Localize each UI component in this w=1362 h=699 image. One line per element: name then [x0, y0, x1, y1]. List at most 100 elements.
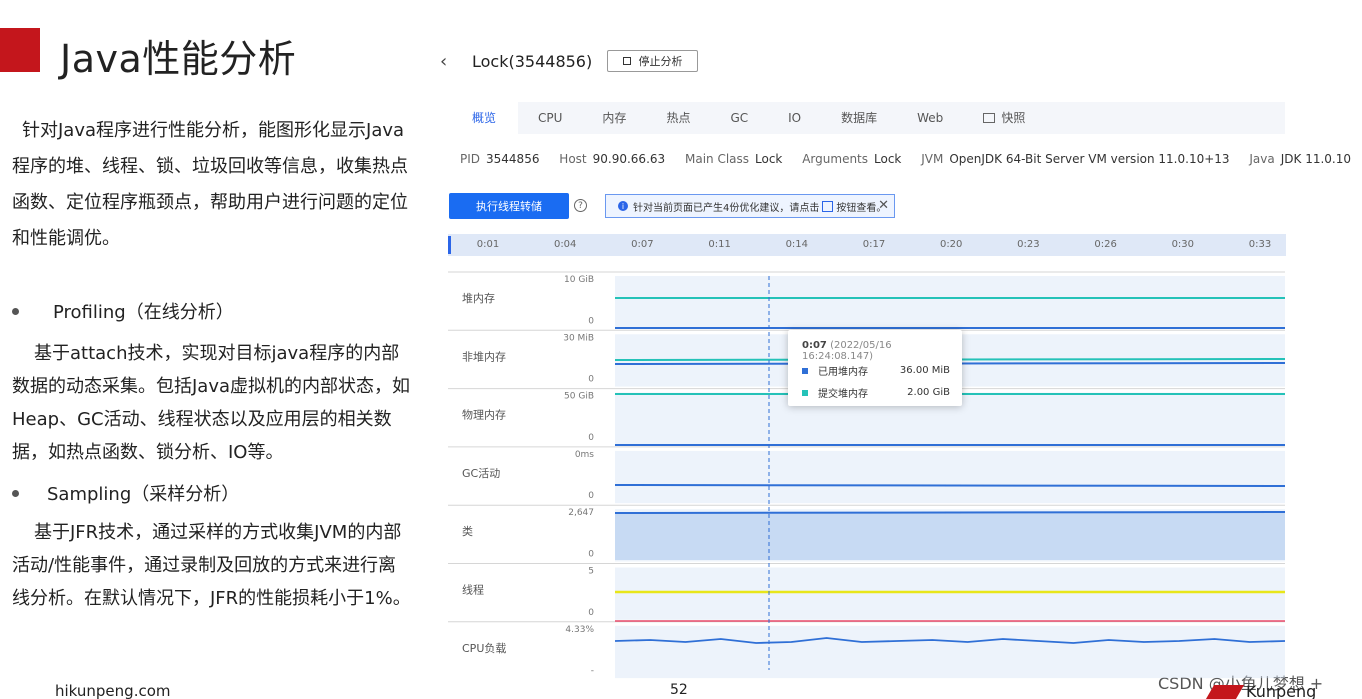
- page-number: 52: [670, 682, 688, 698]
- panel-ymin-label: 0: [588, 316, 594, 326]
- timeline-tick-label: 0:26: [1094, 239, 1117, 250]
- timeline-tick-label: 0:30: [1171, 239, 1195, 250]
- tooltip-swatch-teal: [802, 389, 808, 396]
- classes-area: [615, 512, 1285, 560]
- info-icon: i: [618, 201, 628, 211]
- kunpeng-logo-mark: [1205, 685, 1245, 699]
- tooltip-value-used-heap: 36.00 MiB: [899, 365, 950, 376]
- timeline-tick-label: 0:23: [1017, 239, 1040, 250]
- profiler-panel: ‹ Lock(3544856) 停止分析 概览 CPU 内存 热点 GC IO …: [440, 40, 1351, 680]
- suggestion-button-icon: [822, 200, 834, 212]
- notice-text-before: 针对当前页面已产生4份优化建议，请点击: [633, 202, 820, 214]
- panel-ymax-label: 2,647: [568, 508, 594, 518]
- panel-label: 线程: [462, 583, 484, 597]
- bullet-sampling-label: Sampling（采样分析）: [47, 484, 240, 505]
- process-title: Lock(3544856): [472, 51, 593, 71]
- stop-analysis-label: 停止分析: [638, 55, 683, 68]
- timeline-tick-label: 0:20: [939, 239, 963, 250]
- process-info-row: PID 3544856 Host 90.90.66.63 Main Class Loc…: [460, 152, 1362, 166]
- info-value-host: 90.90.66.63: [592, 152, 666, 166]
- stop-icon: [622, 57, 631, 65]
- tab-memory[interactable]: 内存: [582, 102, 646, 134]
- tab-web[interactable]: Web: [897, 102, 963, 134]
- title-accent-block: [0, 28, 40, 72]
- intro-paragraph: 针对Java程序进行性能分析，能图形化显示Java程序的堆、线程、锁、垃圾回收等…: [12, 113, 412, 257]
- panel-ymax-label: 50 GiB: [564, 392, 594, 402]
- tab-hotspot[interactable]: 热点: [646, 102, 710, 134]
- panel-label: CPU负载: [462, 641, 506, 655]
- tooltip-time: 0:07 (2022/05/16 16:24:08.147): [802, 340, 962, 362]
- bullet-profiling-label: Profiling（在线分析）: [53, 302, 234, 323]
- panel-ymax-label: 5: [588, 567, 594, 577]
- help-icon[interactable]: ?: [574, 199, 587, 212]
- bullet-sampling: Sampling（采样分析）: [12, 480, 239, 506]
- panel-label: 类: [462, 524, 473, 538]
- panel-label: GC活动: [462, 467, 500, 480]
- info-key-jvm: JVM: [921, 152, 944, 166]
- panel-label: 堆内存: [462, 291, 495, 305]
- panel-ymin-label: 0: [588, 375, 594, 385]
- timeline-tick-label: 0:17: [862, 239, 886, 250]
- tab-overview[interactable]: 概览: [450, 102, 519, 134]
- panel-header: ‹ Lock(3544856): [440, 48, 592, 74]
- tab-cpu[interactable]: CPU: [518, 102, 582, 134]
- tab-bar: 概览 CPU 内存 热点 GC IO 数据库 Web 快照: [450, 102, 1285, 134]
- bullet-dot: [12, 307, 19, 315]
- timeline-start-handle[interactable]: [448, 236, 451, 254]
- tab-gc[interactable]: GC: [710, 102, 768, 134]
- close-icon[interactable]: ✕: [878, 198, 889, 213]
- timeline-tick-label: 0:07: [631, 239, 654, 250]
- panel-ymin-label: 0: [588, 550, 594, 560]
- panel-plot-area: [615, 450, 1285, 504]
- tooltip-row-committed-heap: 提交堆内存 2.00 GiB: [802, 385, 950, 400]
- bullet-dot: [12, 489, 19, 497]
- info-key-arguments: Arguments: [802, 152, 869, 166]
- chart-tooltip: 0:07 (2022/05/16 16:24:08.147) 已用堆内存 36.…: [788, 330, 962, 406]
- sampling-description: 基于JFR技术，通过采样的方式收集JVM的内部活动/性能事件，通过录制及回放的方…: [12, 522, 411, 609]
- profiling-description: 基于attach技术，实现对目标java程序的内部数据的动态采集。包括Java虚…: [12, 343, 411, 463]
- tab-snapshot-label: 快照: [1001, 111, 1026, 125]
- panel-ymin-label: 0: [588, 433, 594, 443]
- tab-snapshot[interactable]: 快照: [963, 102, 1045, 134]
- tooltip-value-committed-heap: 2.00 GiB: [907, 387, 950, 398]
- bullet-profiling: Profiling（在线分析）: [12, 298, 234, 324]
- info-value-arguments: Lock: [874, 152, 902, 166]
- slide-title: Java性能分析: [60, 37, 297, 81]
- snapshot-icon: [983, 113, 996, 123]
- panel-ymin-label: 0: [588, 608, 594, 618]
- info-value-main-class: Lock: [755, 152, 783, 166]
- panel-ymax-label: 30 MiB: [563, 333, 594, 343]
- info-key-pid: PID: [460, 152, 481, 166]
- info-key-main-class: Main Class: [684, 152, 750, 166]
- intro-text: 针对Java程序进行性能分析，能图形化显示Java程序的堆、线程、锁、垃圾回收等…: [12, 120, 408, 249]
- kunpeng-logo-text: Kunpeng: [1246, 682, 1317, 699]
- tab-io[interactable]: IO: [768, 102, 821, 134]
- panel-plot-area: [615, 567, 1285, 620]
- timeline-tick-label: 0:11: [708, 239, 731, 250]
- stop-analysis-button[interactable]: 停止分析: [607, 50, 698, 72]
- panel-label: 非堆内存: [462, 349, 506, 363]
- tooltip-label-used-heap: 已用堆内存: [818, 367, 868, 378]
- tooltip-time-value: 0:07: [802, 340, 827, 351]
- thread-dump-button[interactable]: 执行线程转储: [449, 193, 569, 219]
- info-value-java: JDK 11.0.10: [1280, 152, 1351, 166]
- classes-line: [614, 511, 1286, 514]
- panel-ymax-label: 10 GiB: [564, 275, 594, 285]
- timeline-tick-label: 0:01: [476, 239, 500, 250]
- tooltip-swatch-blue: [802, 367, 808, 374]
- panel-ymin-label: -: [591, 666, 594, 676]
- timeline-tick-label: 0:14: [785, 239, 809, 250]
- info-key-host: Host: [559, 152, 587, 166]
- panel-ymin-label: 0: [588, 491, 594, 501]
- gc-activity-line: [614, 484, 1286, 487]
- info-value-pid: 3544856: [486, 152, 540, 166]
- tooltip-label-committed-heap: 提交堆内存: [818, 389, 868, 400]
- panel-label: 物理内存: [462, 408, 506, 422]
- tooltip-row-used-heap: 已用堆内存 36.00 MiB: [802, 363, 950, 378]
- chevron-left-icon[interactable]: ‹: [440, 51, 462, 72]
- info-key-java: Java: [1249, 152, 1275, 166]
- tab-database[interactable]: 数据库: [821, 102, 897, 134]
- panel-ymax-label: 0ms: [575, 450, 594, 460]
- footer-url: hikunpeng.com: [55, 682, 171, 699]
- panel-ymax-label: 4.33%: [565, 625, 594, 635]
